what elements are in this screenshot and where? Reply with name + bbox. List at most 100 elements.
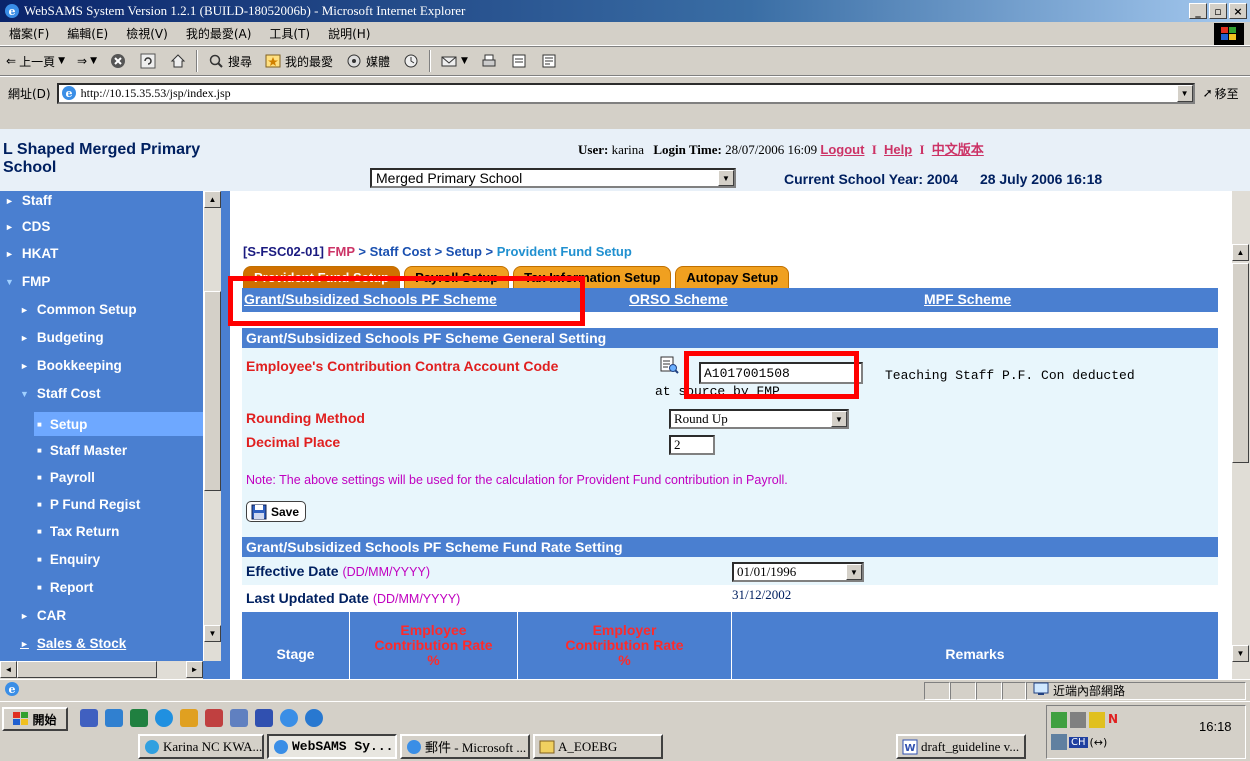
start-button[interactable]: 開始: [2, 707, 68, 731]
ie-quick-icon-2[interactable]: [305, 709, 323, 727]
effective-date-dropdown-button[interactable]: ▼: [846, 564, 862, 580]
notes-icon[interactable]: [180, 709, 198, 727]
globe-icon[interactable]: [155, 709, 173, 727]
nav-report[interactable]: ■ Report: [37, 580, 93, 595]
address-dropdown-button[interactable]: ▼: [1176, 84, 1193, 102]
nav-staff-master[interactable]: ■ Staff Master: [37, 443, 127, 458]
nav-car[interactable]: ► CAR: [20, 608, 66, 623]
volume-icon[interactable]: [1070, 712, 1086, 728]
subtab-orso[interactable]: ORSO Scheme: [629, 291, 728, 307]
main-scroll-up-button[interactable]: ▲: [1232, 244, 1249, 261]
refresh-button[interactable]: [133, 52, 163, 70]
rounding-method-label: Rounding Method: [246, 410, 365, 426]
tab-autopay-setup[interactable]: Autopay Setup: [675, 266, 790, 288]
menu-view[interactable]: 檢視(V): [117, 25, 177, 42]
media-button[interactable]: 媒體: [339, 52, 396, 70]
go-button[interactable]: ➚ 移至: [1195, 85, 1239, 102]
nav-hkat[interactable]: ► HKAT: [5, 246, 58, 261]
close-button[interactable]: ×: [1229, 3, 1247, 19]
task-mail[interactable]: 郵件 - Microsoft ...: [400, 734, 530, 759]
menu-file[interactable]: 檔案(F): [0, 25, 58, 42]
menu-tools[interactable]: 工具(T): [260, 25, 319, 42]
help-link[interactable]: Help: [884, 142, 912, 157]
outlook-icon[interactable]: [105, 709, 123, 727]
decimal-place-input[interactable]: 2: [669, 435, 715, 455]
antivirus-icon[interactable]: [1089, 712, 1105, 728]
nav-bookkeeping[interactable]: ► Bookkeeping: [20, 358, 122, 373]
mail-button[interactable]: ▼: [434, 52, 474, 70]
excel-icon[interactable]: [130, 709, 148, 727]
ie-quick-icon[interactable]: [280, 709, 298, 727]
nav-fmp[interactable]: ▼ FMP: [5, 274, 50, 289]
nav-staff-cost[interactable]: ▼ Staff Cost: [20, 386, 101, 401]
menu-edit[interactable]: 編輯(E): [58, 25, 117, 42]
logout-link[interactable]: Logout: [820, 142, 864, 157]
breadcrumb-fmp[interactable]: FMP: [328, 244, 355, 259]
search-app-icon[interactable]: [230, 709, 248, 727]
search-button[interactable]: 搜尋: [201, 52, 258, 70]
nav-vertical-scrollbar[interactable]: ▲ ▼: [203, 191, 221, 661]
nav-sales-stock[interactable]: ► Sales & Stock: [20, 636, 126, 651]
subtab-mpf[interactable]: MPF Scheme: [924, 291, 1011, 307]
clock[interactable]: 16:18: [1199, 719, 1232, 734]
lookup-icon[interactable]: [659, 355, 679, 375]
arrow-up-icon: ▲: [208, 195, 217, 204]
minimize-button[interactable]: _: [1189, 3, 1207, 19]
home-button[interactable]: [163, 52, 193, 70]
window-title-bar[interactable]: e WebSAMS System Version 1.2.1 (BUILD-18…: [0, 0, 1250, 22]
nav-hscroll-thumb[interactable]: [17, 661, 157, 678]
network-icon[interactable]: [1051, 712, 1067, 728]
nav-scroll-thumb[interactable]: [204, 291, 221, 491]
history-button[interactable]: [396, 52, 426, 70]
forward-arrow-icon: ⇒: [77, 54, 88, 68]
paint-icon[interactable]: [205, 709, 223, 727]
show-desktop-icon[interactable]: [80, 709, 98, 727]
school-select[interactable]: Merged Primary School ▼: [370, 168, 736, 188]
favorites-button[interactable]: 我的最愛: [258, 52, 339, 70]
discuss-button[interactable]: [534, 52, 564, 70]
nav-scroll-up-button[interactable]: ▲: [204, 191, 221, 208]
address-input[interactable]: e http://10.15.35.53/jsp/index.jsp ▼: [56, 82, 1195, 104]
rounding-dropdown-button[interactable]: ▼: [831, 411, 847, 427]
nav-scroll-left-button[interactable]: ◄: [0, 661, 17, 678]
forward-button[interactable]: ⇒ ▼: [71, 54, 103, 68]
nav-tax-return[interactable]: ■ Tax Return: [37, 524, 119, 539]
print-button[interactable]: [474, 52, 504, 70]
nav-budgeting[interactable]: ► Budgeting: [20, 330, 104, 345]
printer-icon: [480, 52, 498, 70]
nav-setup[interactable]: ■ Setup: [34, 412, 203, 436]
task-karina[interactable]: Karina NC KWA...: [138, 734, 264, 759]
school-select-dropdown-button[interactable]: ▼: [718, 170, 734, 186]
norton-icon[interactable]: N: [1108, 712, 1124, 728]
edit-button[interactable]: [504, 52, 534, 70]
discuss-icon: [540, 52, 558, 70]
nav-scroll-right-button[interactable]: ►: [186, 661, 203, 678]
menu-help[interactable]: 說明(H): [319, 25, 379, 42]
task-eoebg[interactable]: A_EOEBG: [533, 734, 663, 759]
rounding-method-select[interactable]: Round Up ▼: [669, 409, 849, 429]
task-draft-guideline[interactable]: W draft_guideline v...: [896, 734, 1026, 759]
main-scroll-down-button[interactable]: ▼: [1232, 645, 1249, 662]
mail-icon: [440, 52, 458, 70]
main-scroll-thumb[interactable]: [1232, 263, 1249, 463]
back-button[interactable]: ⇐ 上一頁 ▼: [0, 53, 71, 70]
nav-payroll[interactable]: ■ Payroll: [37, 470, 95, 485]
nav-p-fund-regist[interactable]: ■ P Fund Regist: [37, 497, 140, 512]
tray-icons: N: [1051, 712, 1124, 728]
stop-button[interactable]: [103, 52, 133, 70]
maximize-button[interactable]: ▫: [1209, 3, 1227, 19]
nav-staff[interactable]: ► Staff: [5, 193, 52, 208]
nav-enquiry[interactable]: ■ Enquiry: [37, 552, 100, 567]
nav-horizontal-scrollbar[interactable]: ◄ ►: [0, 661, 203, 679]
nav-cds[interactable]: ► CDS: [5, 219, 50, 234]
main-vertical-scrollbar[interactable]: ▲ ▼: [1232, 191, 1250, 679]
nav-scroll-down-button[interactable]: ▼: [204, 625, 221, 642]
task-websams[interactable]: WebSAMS Sy...: [267, 734, 397, 759]
nav-common-setup[interactable]: ► Common Setup: [20, 302, 137, 317]
ime-indicator[interactable]: CH (↔): [1051, 734, 1107, 750]
word-icon[interactable]: [255, 709, 273, 727]
effective-date-select[interactable]: 01/01/1996 ▼: [732, 562, 864, 582]
chinese-version-link[interactable]: 中文版本: [932, 142, 984, 157]
save-button[interactable]: Save: [246, 501, 307, 522]
menu-favorites[interactable]: 我的最愛(A): [177, 25, 261, 42]
